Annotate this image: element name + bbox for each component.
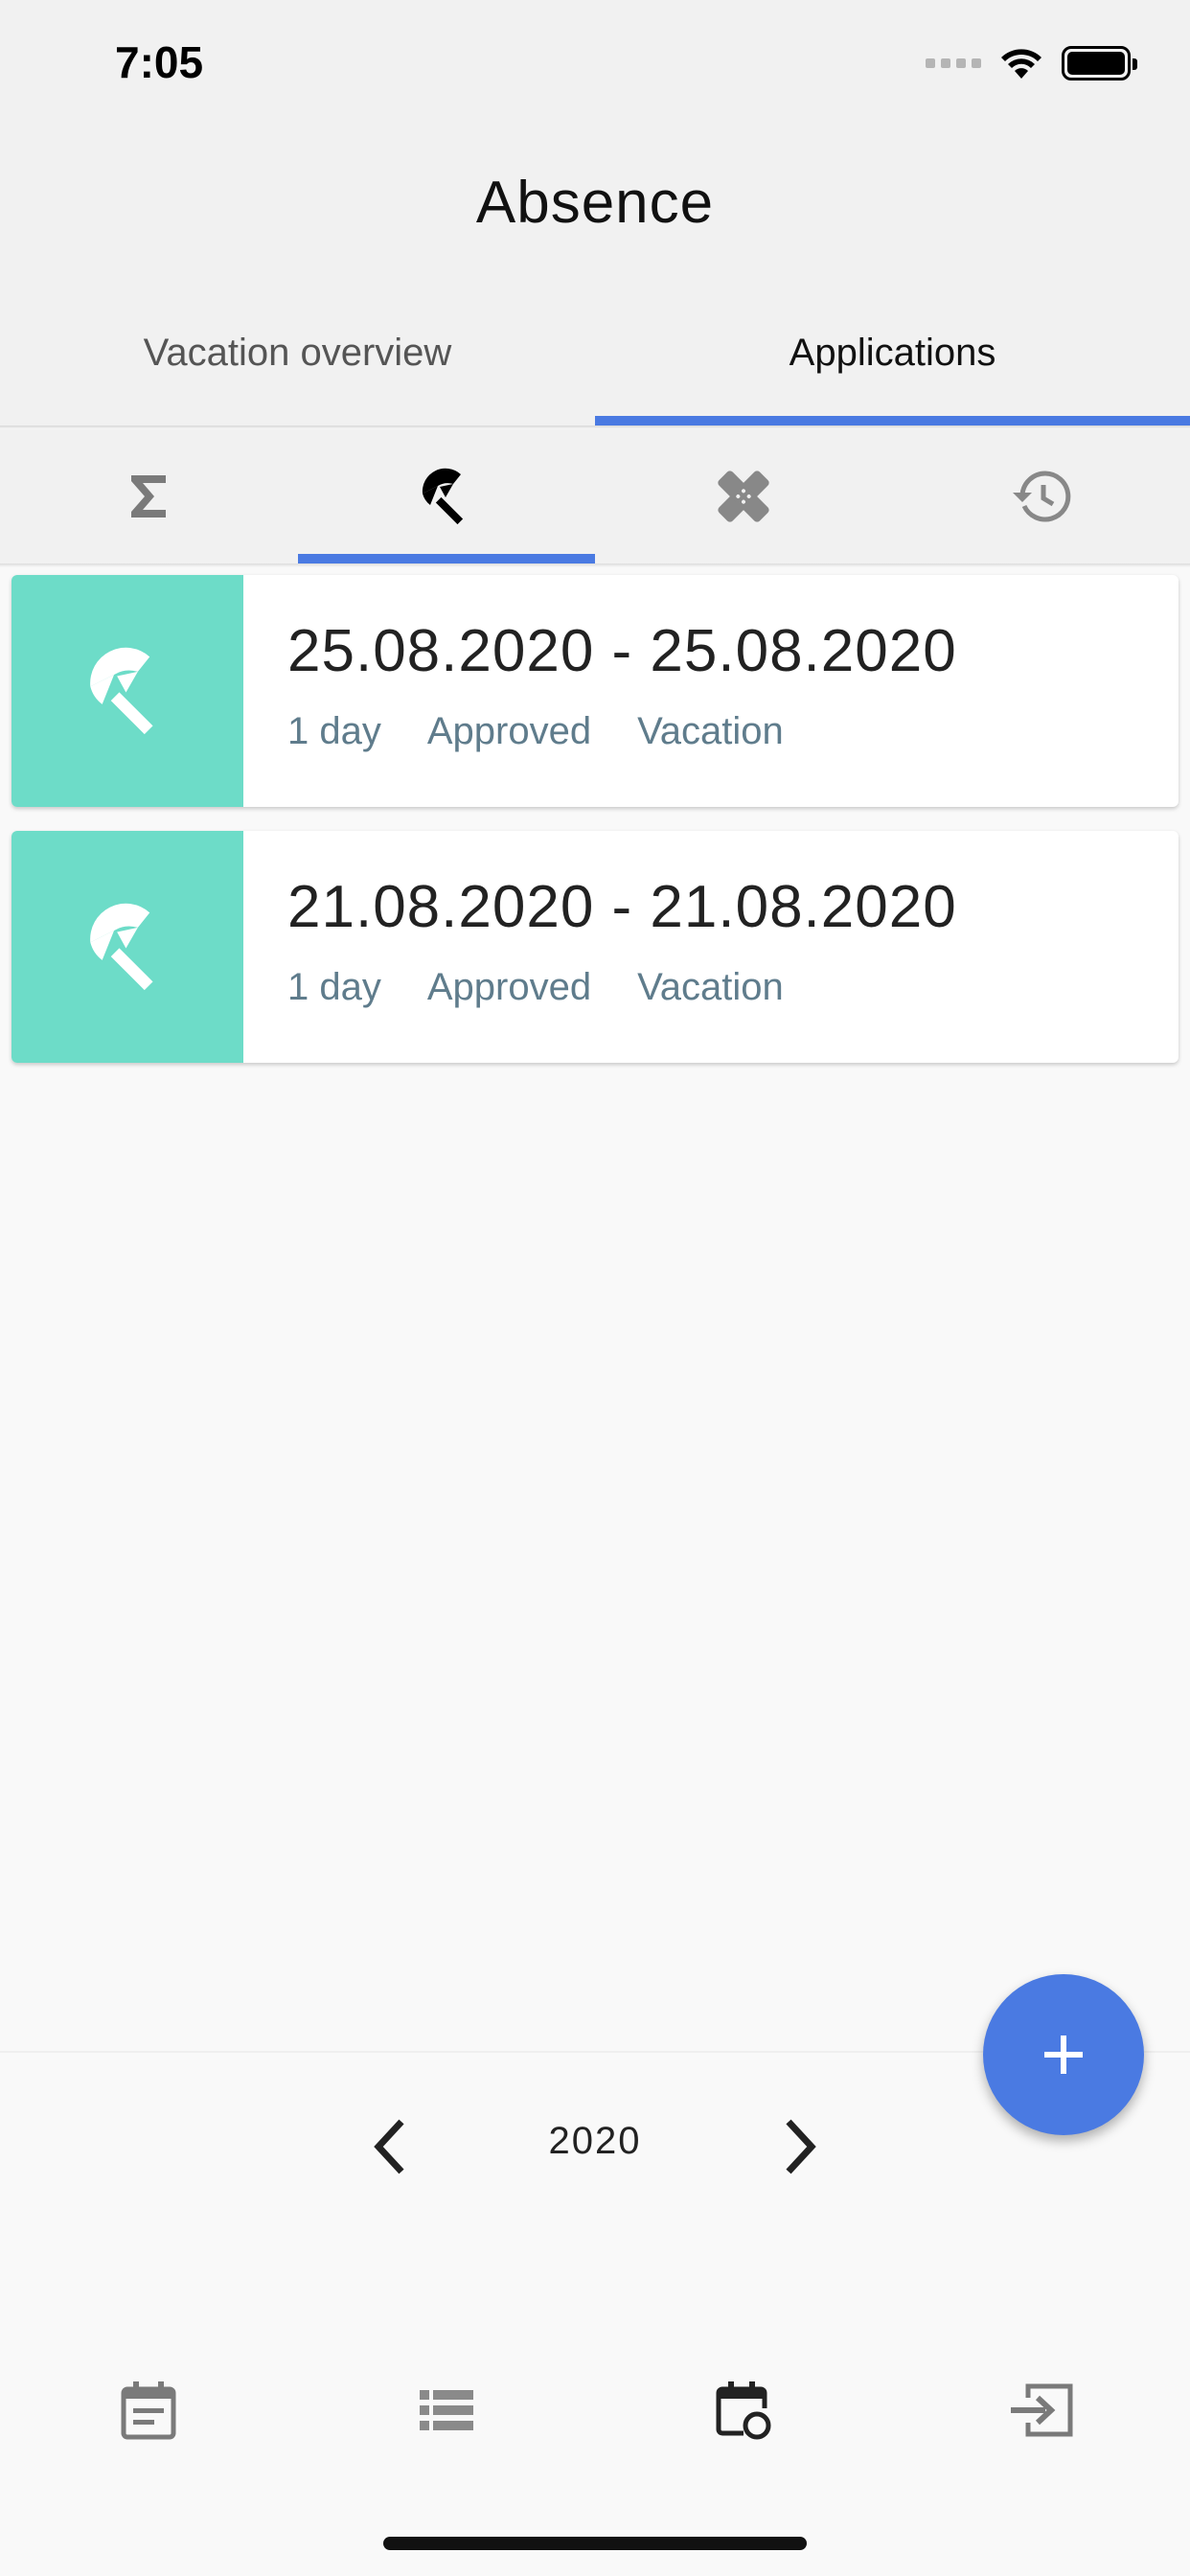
sigma-icon <box>131 475 167 518</box>
top-tabs: Vacation overview Applications <box>0 307 1190 426</box>
previous-year-button[interactable] <box>356 2108 423 2185</box>
wifi-icon <box>1001 49 1041 79</box>
sub-tabs-divider <box>0 564 1190 567</box>
umbrella-icon <box>90 647 153 735</box>
year-label: 2020 <box>548 2120 642 2162</box>
sub-tab-summary[interactable] <box>0 429 298 564</box>
calendar-clock-icon <box>716 2381 771 2440</box>
next-year-button[interactable] <box>767 2108 834 2185</box>
application-card[interactable]: 25.08.2020 - 25.08.2020 1 day Approved V… <box>11 575 1179 807</box>
sub-tabs <box>0 429 1190 564</box>
chevron-right-icon <box>786 2119 816 2174</box>
application-meta: 1 day Approved Vacation <box>287 710 957 753</box>
application-status: Approved <box>426 966 592 1008</box>
application-dates: 21.08.2020 - 21.08.2020 <box>287 874 957 940</box>
application-duration: 1 day <box>287 966 381 1008</box>
chevron-left-icon <box>374 2119 404 2174</box>
page-title: Absence <box>475 170 715 236</box>
nav-calendar[interactable] <box>0 2358 298 2463</box>
status-icons <box>926 44 1137 82</box>
app-header: 7:05 Absence Vacation overview Applicati… <box>0 0 1190 426</box>
sub-tab-vacation[interactable] <box>297 429 596 564</box>
card-body: 25.08.2020 - 25.08.2020 1 day Approved V… <box>243 575 957 807</box>
application-card[interactable]: 21.08.2020 - 21.08.2020 1 day Approved V… <box>11 831 1179 1063</box>
application-meta: 1 day Approved Vacation <box>287 966 957 1009</box>
status-bar: 7:05 <box>0 0 1190 134</box>
application-status: Approved <box>426 710 592 752</box>
application-duration: 1 day <box>287 710 381 752</box>
calendar-note-icon <box>121 2381 176 2440</box>
plus-icon <box>1044 2036 1083 2074</box>
add-application-button[interactable] <box>983 1974 1144 2135</box>
logout-icon <box>1010 2383 1073 2437</box>
sub-tab-history[interactable] <box>893 429 1190 564</box>
umbrella-icon <box>422 468 463 525</box>
application-type: Vacation <box>637 710 784 752</box>
nav-logout[interactable] <box>893 2358 1190 2463</box>
nav-absence[interactable] <box>595 2358 893 2463</box>
card-icon-box <box>11 575 243 807</box>
application-dates: 25.08.2020 - 25.08.2020 <box>287 618 957 684</box>
tab-applications[interactable]: Applications <box>595 307 1190 426</box>
nav-list[interactable] <box>298 2358 596 2463</box>
history-icon <box>1012 471 1070 522</box>
home-indicator[interactable] <box>383 2537 807 2550</box>
card-body: 21.08.2020 - 21.08.2020 1 day Approved V… <box>243 831 957 1063</box>
status-time: 7:05 <box>115 37 204 87</box>
umbrella-icon <box>90 903 153 991</box>
list-icon <box>419 2390 473 2430</box>
sub-tab-sick-leave[interactable] <box>595 429 893 564</box>
bottom-navigation <box>0 2358 1190 2463</box>
signal-icon <box>926 58 981 68</box>
battery-icon <box>1062 46 1137 80</box>
tab-vacation-overview[interactable]: Vacation overview <box>0 307 595 426</box>
bandage-icon <box>718 471 769 522</box>
application-type: Vacation <box>637 966 784 1008</box>
card-icon-box <box>11 831 243 1063</box>
